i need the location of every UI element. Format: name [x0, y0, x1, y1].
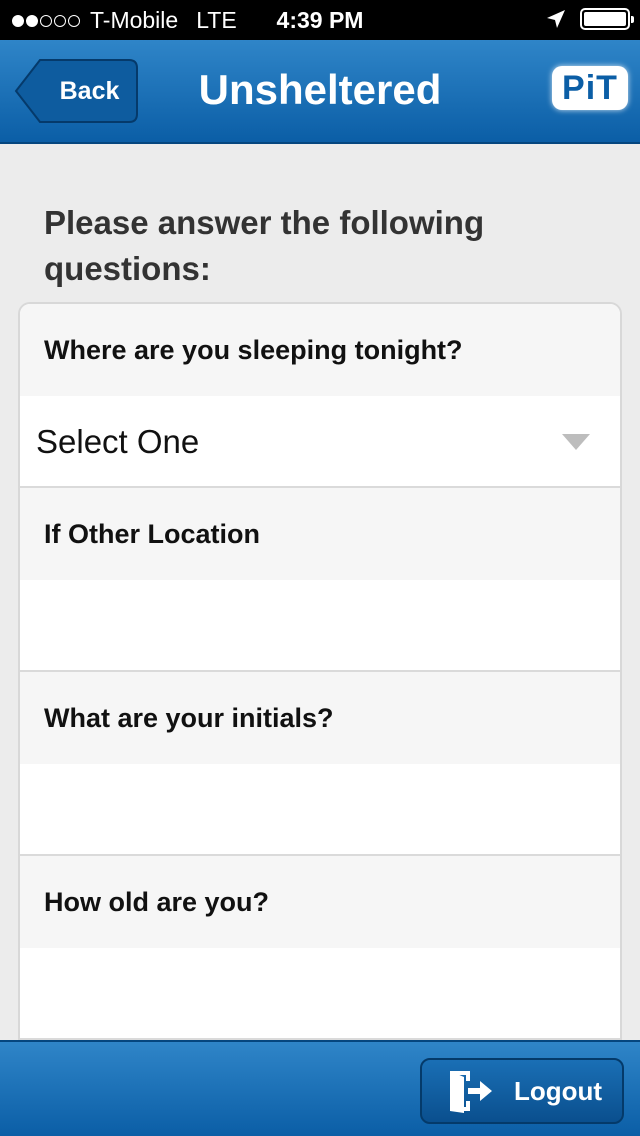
logout-label: Logout — [514, 1075, 603, 1106]
question-label-initials: What are your initials? — [20, 672, 620, 764]
initials-input[interactable] — [20, 764, 620, 856]
footer-toolbar: Logout — [0, 1040, 640, 1136]
select-value: Select One — [36, 423, 200, 460]
location-arrow-icon — [547, 10, 565, 28]
sleeping-location-select[interactable]: Select One — [20, 396, 620, 488]
back-button[interactable]: Back — [14, 58, 139, 124]
status-right — [546, 8, 634, 30]
pit-logo: PiT — [552, 66, 628, 110]
age-input[interactable] — [20, 948, 620, 1040]
other-location-input[interactable] — [20, 580, 620, 672]
logout-button[interactable]: Logout — [420, 1058, 624, 1124]
status-time: 4:39 PM — [276, 7, 364, 33]
question-label-age: How old are you? — [20, 856, 620, 948]
status-bar: T-Mobile LTE 4:39 PM — [0, 0, 640, 40]
question-label-sleeping-location: Where are you sleeping tonight? — [20, 304, 620, 396]
page-title: Unsheltered — [198, 66, 442, 113]
battery-icon — [580, 8, 634, 30]
nav-header: Back Unsheltered PiT — [0, 40, 640, 144]
logout-door-icon — [450, 1071, 492, 1113]
question-form: Where are you sleeping tonight? Select O… — [18, 302, 622, 1062]
back-button-label: Back — [59, 76, 120, 105]
form-prompt: Please answer the following questions: — [44, 204, 485, 287]
question-label-other-location: If Other Location — [20, 488, 620, 580]
chevron-down-icon — [562, 434, 590, 450]
